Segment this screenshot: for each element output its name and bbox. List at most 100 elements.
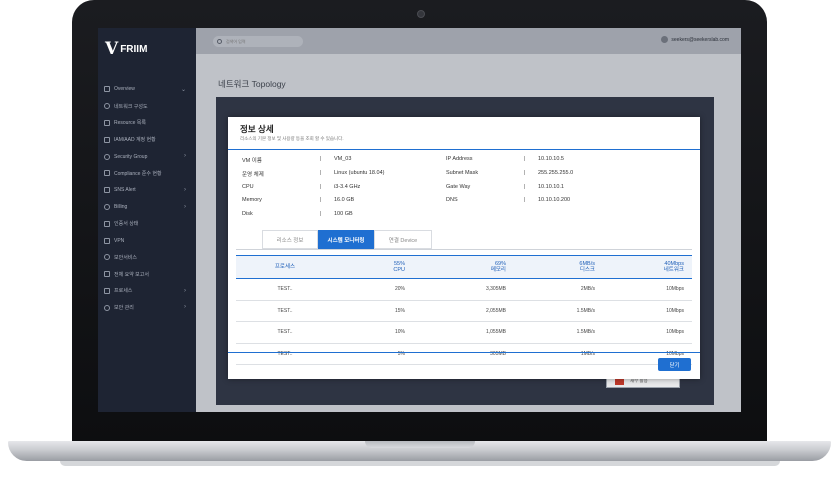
modal-subtitle: 리소스의 기본 정보 및 사용량 등을 조회 할 수 있습니다.: [240, 136, 344, 141]
sidebar-item[interactable]: 보안 관리 ›: [98, 299, 196, 316]
separator: |: [320, 211, 322, 218]
info-key: CPU: [242, 183, 254, 190]
table-row[interactable]: TEST.. 15% 2,055MB 1.5MB/s 10Mbps: [236, 300, 692, 323]
info-key: Disk: [242, 211, 253, 218]
table-cell: 305MB: [411, 343, 512, 366]
header-label: 네트워크: [663, 267, 684, 273]
info-value: 10.10.10.200: [538, 197, 571, 204]
sidebar-item[interactable]: 인증서 상태: [98, 215, 196, 232]
column-header: 40Mbps 네트워크: [601, 255, 692, 279]
table-row[interactable]: TEST.. 10% 1,055MB 1.5MB/s 10Mbps: [236, 321, 692, 344]
header-value: 프로세스: [274, 264, 296, 270]
column-header: 69% 메모리: [411, 255, 512, 279]
info-key: DNS: [446, 197, 458, 204]
sidebar-item-label: Compliance 준수 현황: [114, 170, 162, 177]
table-cell: 1.5MB/s: [512, 321, 601, 344]
info-key: Subnet Mask: [446, 169, 479, 176]
info-value: 100 GB: [334, 211, 353, 218]
alert-icon: [104, 187, 110, 194]
divider: [236, 249, 692, 250]
check-icon: [104, 170, 110, 177]
chevron-icon: ›: [184, 304, 186, 311]
sidebar-item[interactable]: IAM/AAD 계정 현황: [98, 131, 196, 148]
info-row: Gate Way | 10.10.10.1: [446, 184, 573, 198]
sidebar-item[interactable]: Resource 목록: [98, 115, 196, 132]
sidebar-item[interactable]: 프로세스 ›: [98, 283, 196, 300]
chevron-icon: ⌄: [180, 87, 186, 93]
search-box[interactable]: [213, 36, 303, 47]
header-label: CPU: [393, 267, 405, 273]
info-value: i3-3.4 GHz: [334, 183, 361, 190]
laptop-notch: [365, 441, 475, 448]
avatar: [661, 36, 669, 43]
sidebar-item[interactable]: Overview ⌄: [98, 81, 196, 98]
table-cell: 2,055MB: [411, 300, 512, 323]
info-value: 10.10.10.1: [538, 183, 564, 190]
info-row: 운영 체제 | Linux (ubuntu 18.04): [242, 170, 384, 184]
table-cell: TEST..: [236, 343, 334, 366]
close-button[interactable]: 닫기: [658, 358, 691, 371]
divider: [228, 352, 700, 353]
sidebar: V FRIIM Overview ⌄ 네트워크 구성도 Resource 목록 IAM/…: [98, 28, 196, 412]
chevron-icon: ›: [184, 186, 186, 193]
table-cell: TEST..: [236, 321, 334, 344]
sidebar-item-label: SNS Alert: [114, 187, 136, 194]
table-cell: 10Mbps: [601, 300, 692, 323]
logo[interactable]: V FRIIM: [105, 39, 147, 59]
info-row: DNS | 10.10.10.200: [446, 197, 573, 211]
search-input[interactable]: [226, 39, 286, 44]
sidebar-item[interactable]: 보안서비스: [98, 249, 196, 266]
chevron-icon: ›: [184, 287, 186, 294]
detail-modal: 정보 상세 리소스의 기본 정보 및 사용량 등을 조회 할 수 있습니다. V…: [228, 117, 700, 379]
info-value: 255.255.255.0: [538, 169, 574, 176]
sidebar-item[interactable]: 전체 요약 보고서: [98, 266, 196, 283]
sidebar-item[interactable]: Billing ›: [98, 199, 196, 216]
user-menu[interactable]: seekers@seekerslab.com: [661, 36, 729, 43]
table-cell: 5%: [334, 343, 411, 366]
sidebar-item-label: 전체 요약 보고서: [114, 271, 149, 278]
table-cell: 1,055MB: [411, 321, 512, 344]
sidebar-item[interactable]: Compliance 준수 현황: [98, 165, 196, 182]
tab[interactable]: 리소스 정보: [262, 230, 318, 249]
webcam: [417, 10, 425, 18]
search-icon: [217, 39, 222, 44]
sidebar-item-label: 네트워크 구성도: [114, 103, 148, 110]
info-row: IP Address | 10.10.10.5: [446, 156, 573, 170]
tab[interactable]: 시스템 모니터링: [318, 230, 374, 249]
table-cell: 1.5MB/s: [512, 300, 601, 323]
table-row[interactable]: TEST.. 5% 305MB 1MB/s 10Mbps: [236, 343, 692, 366]
info-value: 10.10.10.5: [538, 156, 564, 162]
table-cell: 3,305MB: [411, 278, 512, 301]
tab[interactable]: 연결 Device: [374, 230, 432, 249]
table-cell: 10Mbps: [601, 321, 692, 344]
sidebar-item[interactable]: SNS Alert ›: [98, 182, 196, 199]
sidebar-menu: Overview ⌄ 네트워크 구성도 Resource 목록 IAM/AAD 계정 현…: [98, 81, 196, 316]
sidebar-item-label: Overview: [114, 86, 135, 93]
sidebar-item-label: Security Group: [114, 153, 148, 160]
table-row[interactable]: TEST.. 20% 3,305MB 2MB/s 10Mbps: [236, 278, 692, 301]
table-cell: 15%: [334, 300, 411, 323]
info-row: VM 이름 | VM_03: [242, 156, 384, 170]
modal-tabs: 리소스 정보 시스템 모니터링 연결 Device: [262, 230, 432, 249]
security-icon: [104, 254, 110, 261]
sidebar-item-label: 보안 관리: [114, 305, 134, 312]
separator: |: [320, 197, 322, 204]
info-key: Memory: [242, 197, 262, 204]
chevron-icon: ›: [184, 153, 186, 160]
sidebar-item[interactable]: 네트워크 구성도: [98, 98, 196, 115]
sidebar-item-label: 인증서 상태: [114, 221, 139, 228]
sidebar-item[interactable]: Security Group ›: [98, 148, 196, 165]
separator: |: [320, 156, 322, 162]
header-label: 메모리: [490, 267, 506, 273]
user-icon: [104, 136, 110, 143]
screen: V FRIIM Overview ⌄ 네트워크 구성도 Resource 목록 IAM/…: [98, 28, 741, 412]
logo-mark: V: [105, 39, 118, 59]
sidebar-item[interactable]: VPN: [98, 232, 196, 249]
separator: |: [524, 197, 526, 204]
info-row: CPU | i3-3.4 GHz: [242, 184, 384, 198]
column-header: 프로세스: [236, 255, 334, 279]
info-value: 16.0 GB: [334, 197, 355, 204]
header-label: 디스크: [579, 267, 595, 273]
list-icon: [104, 119, 110, 126]
sidebar-item-label: Billing: [114, 203, 128, 210]
